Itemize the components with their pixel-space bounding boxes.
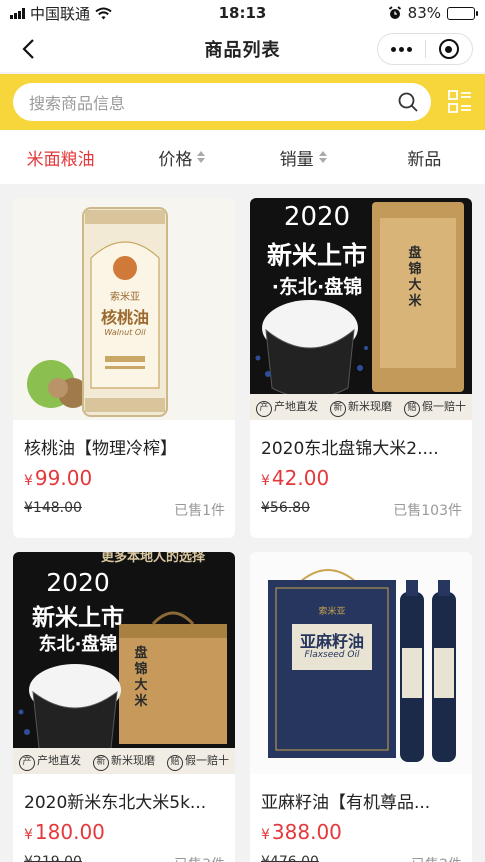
tab-label: 价格 xyxy=(158,149,193,170)
box-label: 盘锦大米 xyxy=(134,646,148,709)
flaxseed-oil-gift-box-picture xyxy=(268,569,456,762)
sold-count: 已售103件 xyxy=(393,503,462,519)
currency-symbol: ¥ xyxy=(24,827,33,843)
currency-symbol: ¥ xyxy=(24,473,33,489)
promo-item: 产产地直发 xyxy=(256,398,318,417)
poster-headline: 新米上市 xyxy=(266,241,367,270)
price-value: 180.00 xyxy=(34,820,105,844)
filter-tabs: 米面粮油 价格 销量 新品 xyxy=(0,130,485,184)
product-image: 2020 新米上市 ·东北·盘锦 盘锦大米 产产地直发 新新米现磨 赔假一赔十 xyxy=(250,198,472,420)
promo-item: 赔假一赔十 xyxy=(167,752,229,771)
product-image: 索米亚 核桃油 Walnut Oil xyxy=(13,198,235,420)
product-price: ¥180.00 xyxy=(24,820,105,844)
original-price: ¥476.00 xyxy=(261,854,319,862)
promo-strip: 产产地直发 新新米现磨 赔假一赔十 xyxy=(250,394,472,420)
status-right: 83% xyxy=(315,4,478,22)
search-icon[interactable] xyxy=(397,91,419,113)
close-button[interactable] xyxy=(426,39,473,59)
page-title: 商品列表 xyxy=(204,40,281,61)
nav-bar: 商品列表 xyxy=(0,26,485,72)
layout-toggle-icon[interactable] xyxy=(447,89,473,115)
status-bar: 中国联通 18:13 83% xyxy=(0,0,485,26)
tab-label: 新品 xyxy=(407,149,442,170)
target-icon xyxy=(438,39,459,59)
product-card[interactable]: 索米亚 核桃油 Walnut Oil 核桃油【物理冷榨】 ¥99.00 ¥148… xyxy=(13,198,235,538)
product-price: ¥99.00 xyxy=(24,466,92,490)
original-price: ¥148.00 xyxy=(24,500,82,516)
tin-english: Walnut Oil xyxy=(104,328,146,337)
product-name: 2020新米东北大米5k... xyxy=(24,793,207,813)
carrier-label: 中国联通 xyxy=(30,4,91,23)
battery-icon xyxy=(447,6,478,20)
clock: 18:13 xyxy=(218,4,267,22)
chevron-left-icon xyxy=(22,39,34,59)
tab-new[interactable]: 新品 xyxy=(364,145,485,170)
tab-sales[interactable]: 销量 xyxy=(243,145,364,170)
price-value: 42.00 xyxy=(271,466,330,490)
price-value: 388.00 xyxy=(271,820,342,844)
product-name: 核桃油【物理冷榨】 xyxy=(24,439,177,459)
sold-count: 已售2件 xyxy=(411,854,462,862)
product-name: 亚麻籽油【有机尊品... xyxy=(261,793,431,813)
promo-item: 赔假一赔十 xyxy=(404,398,466,417)
promo-item: 产产地直发 xyxy=(19,752,81,771)
poster-headline: 新米上市 xyxy=(32,605,124,631)
poster-top-text: 更多本地人的选择 xyxy=(100,552,205,565)
bag-label: 盘锦大米 xyxy=(408,246,422,309)
original-price: ¥56.80 xyxy=(261,500,310,516)
product-card[interactable]: 索米亚 亚麻籽油 Flaxseed Oil 亚麻籽油【有机尊品... ¥388.… xyxy=(250,552,472,862)
wifi-icon xyxy=(95,7,112,19)
product-image: 索米亚 亚麻籽油 Flaxseed Oil xyxy=(250,552,472,774)
poster-year: 2020 xyxy=(283,202,351,232)
poster-subline: ·东北·盘锦 xyxy=(271,276,363,298)
tin-brand: 索米亚 xyxy=(110,292,140,303)
sold-count: 已售3件 xyxy=(174,854,225,862)
poster-subline: 东北·盘锦 xyxy=(38,634,118,655)
original-price: ¥219.00 xyxy=(24,854,82,862)
product-image: 更多本地人的选择 2020 新米上市 东北·盘锦 盘锦大米 产产地直发 新新米现… xyxy=(13,552,235,774)
box-brand: 索米亚 xyxy=(318,607,346,617)
tab-price[interactable]: 价格 xyxy=(121,145,242,170)
promo-strip: 产产地直发 新新米现磨 赔假一赔十 xyxy=(13,748,235,774)
status-left: 中国联通 xyxy=(10,3,170,24)
search-band: 搜索商品信息 xyxy=(0,74,485,130)
currency-symbol: ¥ xyxy=(261,827,270,843)
tab-label: 米面粮油 xyxy=(26,149,95,170)
sort-icon xyxy=(197,151,206,163)
back-button[interactable] xyxy=(14,34,42,64)
battery-percent: 83% xyxy=(407,4,441,22)
product-card[interactable]: 2020 新米上市 ·东北·盘锦 盘锦大米 产产地直发 新新米现磨 赔假一赔十 … xyxy=(250,198,472,538)
mini-program-capsule xyxy=(377,33,473,65)
product-price: ¥388.00 xyxy=(261,820,342,844)
product-card[interactable]: 更多本地人的选择 2020 新米上市 东北·盘锦 盘锦大米 产产地直发 新新米现… xyxy=(13,552,235,862)
tin-product: 核桃油 xyxy=(100,308,149,327)
tab-category[interactable]: 米面粮油 xyxy=(0,145,121,170)
tab-label: 销量 xyxy=(279,149,314,170)
poster-year: 2020 xyxy=(46,568,110,597)
search-placeholder: 搜索商品信息 xyxy=(29,94,126,113)
more-button[interactable] xyxy=(378,46,425,52)
signal-icon xyxy=(10,7,25,19)
sort-icon xyxy=(318,151,327,163)
price-value: 99.00 xyxy=(34,466,93,490)
promo-item: 新新米现磨 xyxy=(330,398,392,417)
currency-symbol: ¥ xyxy=(261,473,270,489)
promo-item: 新新米现磨 xyxy=(93,752,155,771)
alarm-icon xyxy=(388,6,401,19)
box-product: 亚麻籽油 xyxy=(299,632,364,651)
box-english: Flaxseed Oil xyxy=(304,650,360,660)
sold-count: 已售1件 xyxy=(174,503,225,519)
product-name: 2020东北盘锦大米2.... xyxy=(261,439,439,459)
product-price: ¥42.00 xyxy=(261,466,329,490)
search-input[interactable]: 搜索商品信息 xyxy=(13,83,431,121)
